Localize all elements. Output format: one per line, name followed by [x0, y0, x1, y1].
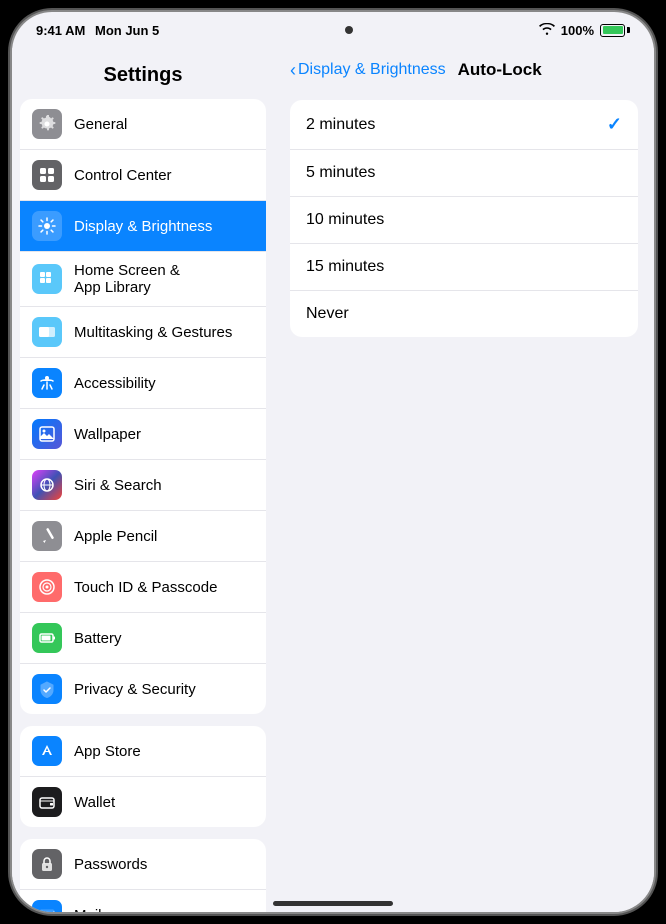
sidebar-item-mail[interactable]: Mail	[20, 890, 266, 912]
ipad-frame: 9:41 AM Mon Jun 5 100%	[12, 12, 654, 912]
wallet-label: Wallet	[74, 794, 115, 811]
sidebar-title: Settings	[12, 56, 274, 99]
sidebar: Settings General	[12, 48, 274, 912]
battery-percentage: 100%	[561, 23, 594, 38]
privacy-label: Privacy & Security	[74, 681, 196, 698]
back-chevron-icon: ‹	[290, 61, 296, 79]
sidebar-item-wallpaper[interactable]: Wallpaper	[20, 409, 266, 460]
mail-icon	[32, 900, 62, 912]
sidebar-item-touch-id[interactable]: Touch ID & Passcode	[20, 562, 266, 613]
option-10min-label: 10 minutes	[306, 211, 384, 229]
apple-pencil-icon	[32, 521, 62, 551]
camera-indicator	[345, 26, 353, 34]
home-screen-icon	[32, 264, 62, 294]
app-store-icon	[32, 736, 62, 766]
app-store-label: App Store	[74, 743, 141, 760]
option-15min[interactable]: 15 minutes	[290, 244, 638, 291]
sidebar-item-siri-search[interactable]: Siri & Search	[20, 460, 266, 511]
battery-settings-icon	[32, 623, 62, 653]
option-2min-label: 2 minutes	[306, 116, 375, 134]
sidebar-item-display-brightness[interactable]: Display & Brightness	[20, 201, 266, 252]
option-15min-label: 15 minutes	[306, 258, 384, 276]
control-center-label: Control Center	[74, 167, 172, 184]
multitasking-label: Multitasking & Gestures	[74, 324, 232, 341]
sidebar-item-privacy[interactable]: Privacy & Security	[20, 664, 266, 714]
multitasking-icon	[32, 317, 62, 347]
sidebar-section-2: App Store Wallet	[20, 726, 266, 827]
sidebar-item-general[interactable]: General	[20, 99, 266, 150]
wallpaper-icon	[32, 419, 62, 449]
sidebar-item-passwords[interactable]: Passwords	[20, 839, 266, 890]
control-center-icon	[32, 160, 62, 190]
sidebar-item-home-screen[interactable]: Home Screen &App Library	[20, 252, 266, 307]
apple-pencil-label: Apple Pencil	[74, 528, 157, 545]
back-label: Display & Brightness	[298, 61, 446, 79]
accessibility-label: Accessibility	[74, 375, 156, 392]
option-5min[interactable]: 5 minutes	[290, 150, 638, 197]
touch-id-label: Touch ID & Passcode	[74, 579, 217, 596]
battery-icon	[600, 24, 630, 37]
mail-label: Mail	[74, 907, 102, 913]
siri-search-label: Siri & Search	[74, 477, 162, 494]
back-button[interactable]: ‹ Display & Brightness	[290, 61, 446, 79]
sidebar-section-3: Passwords Mail	[20, 839, 266, 912]
right-header: ‹ Display & Brightness Auto-Lock	[274, 48, 654, 92]
battery-label: Battery	[74, 630, 122, 647]
wallet-icon	[32, 787, 62, 817]
touch-id-icon	[32, 572, 62, 602]
status-indicators: 100%	[539, 23, 630, 38]
option-never[interactable]: Never	[290, 291, 638, 337]
passwords-icon	[32, 849, 62, 879]
option-2min-checkmark: ✓	[607, 114, 622, 135]
sidebar-item-battery[interactable]: Battery	[20, 613, 266, 664]
general-icon	[32, 109, 62, 139]
sidebar-item-accessibility[interactable]: Accessibility	[20, 358, 266, 409]
siri-search-icon	[32, 470, 62, 500]
page-title: Auto-Lock	[458, 60, 542, 80]
option-5min-label: 5 minutes	[306, 164, 375, 182]
home-indicator	[273, 901, 393, 906]
wallpaper-label: Wallpaper	[74, 426, 141, 443]
date: Mon Jun 5	[95, 23, 159, 38]
auto-lock-options: 2 minutes ✓ 5 minutes 10 minutes 15 minu…	[290, 100, 638, 337]
passwords-label: Passwords	[74, 856, 147, 873]
sidebar-section-1: General Control Center	[20, 99, 266, 714]
sidebar-item-wallet[interactable]: Wallet	[20, 777, 266, 827]
option-never-label: Never	[306, 305, 349, 323]
sidebar-item-apple-pencil[interactable]: Apple Pencil	[20, 511, 266, 562]
right-panel: ‹ Display & Brightness Auto-Lock 2 minut…	[274, 48, 654, 912]
sidebar-item-app-store[interactable]: App Store	[20, 726, 266, 777]
status-bar: 9:41 AM Mon Jun 5 100%	[12, 12, 654, 48]
sidebar-item-control-center[interactable]: Control Center	[20, 150, 266, 201]
option-2min[interactable]: 2 minutes ✓	[290, 100, 638, 150]
time: 9:41 AM	[36, 23, 85, 38]
display-brightness-icon	[32, 211, 62, 241]
status-time: 9:41 AM Mon Jun 5	[36, 23, 159, 38]
main-layout: Settings General	[12, 48, 654, 912]
general-label: General	[74, 116, 127, 133]
wifi-icon	[539, 23, 555, 38]
accessibility-icon	[32, 368, 62, 398]
display-brightness-label: Display & Brightness	[74, 218, 212, 235]
home-screen-label: Home Screen &App Library	[74, 262, 180, 296]
privacy-icon	[32, 674, 62, 704]
option-10min[interactable]: 10 minutes	[290, 197, 638, 244]
sidebar-item-multitasking[interactable]: Multitasking & Gestures	[20, 307, 266, 358]
